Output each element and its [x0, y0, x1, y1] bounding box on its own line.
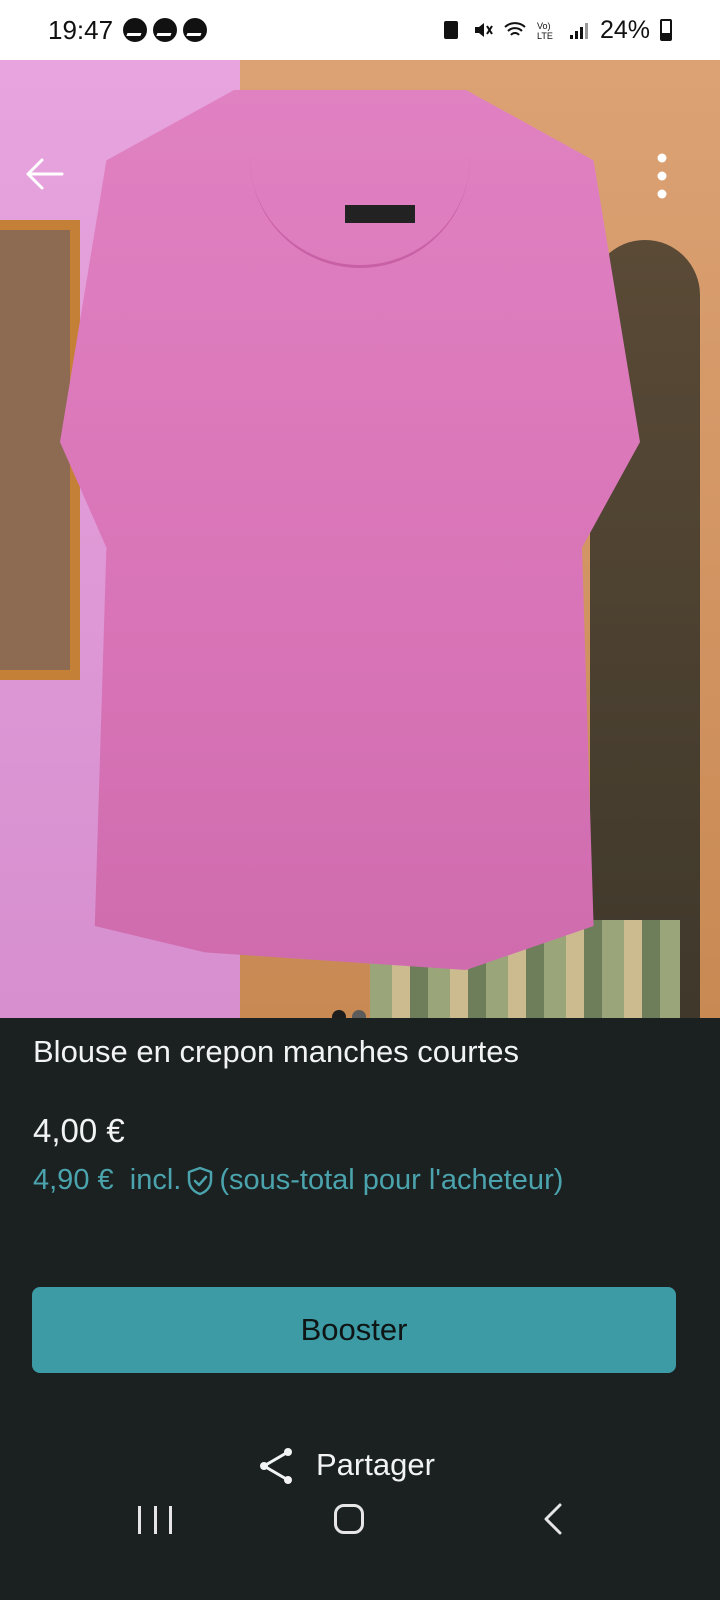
listing-title: Blouse en crepon manches courtes — [33, 1034, 519, 1069]
back-arrow-icon[interactable] — [22, 152, 66, 196]
battery-percent: 24% — [599, 15, 650, 44]
buyer-price-row[interactable]: 4,90 € incl. (sous-total pour l'acheteur… — [33, 1164, 563, 1197]
listing-price: 4,00 € — [33, 1112, 125, 1149]
page-dot[interactable] — [352, 1010, 366, 1018]
status-indicators: Vo) LTE 24% — [440, 16, 672, 45]
svg-text:Vo): Vo) — [537, 21, 551, 31]
buyer-note: (sous-total pour l'acheteur) — [219, 1164, 564, 1196]
share-button[interactable]: Partager — [256, 1440, 435, 1490]
sim-icon — [443, 21, 458, 39]
svg-text:LTE: LTE — [537, 31, 553, 41]
home-icon[interactable] — [334, 1504, 364, 1534]
blouse-tag — [345, 205, 415, 223]
page-dot-active[interactable] — [332, 1010, 346, 1018]
more-options-icon[interactable] — [640, 148, 684, 204]
photo-pagination[interactable] — [332, 1010, 366, 1018]
notification-icons — [123, 18, 208, 42]
wifi-icon — [504, 22, 526, 36]
boost-button[interactable]: Booster — [32, 1287, 676, 1373]
share-label: Partager — [316, 1447, 435, 1482]
mute-icon — [474, 23, 493, 37]
status-bar: 19:47 Vo) LTE 24% — [0, 0, 720, 60]
shield-icon — [188, 1166, 213, 1195]
signal-icon — [569, 23, 588, 39]
messenger-icon — [183, 18, 208, 42]
recent-apps-icon[interactable] — [138, 1506, 172, 1534]
listing-photo[interactable] — [0, 60, 720, 1018]
buyer-price: 4,90 € — [33, 1164, 114, 1196]
buyer-incl: incl. — [129, 1164, 182, 1196]
battery-icon — [660, 19, 672, 41]
volte-icon: Vo)LTE — [537, 21, 553, 41]
status-time: 19:47 — [48, 14, 114, 45]
messenger-icon — [123, 18, 148, 42]
nav-back-icon[interactable] — [540, 1502, 568, 1536]
share-icon — [260, 1448, 292, 1484]
messenger-icon — [153, 18, 178, 42]
